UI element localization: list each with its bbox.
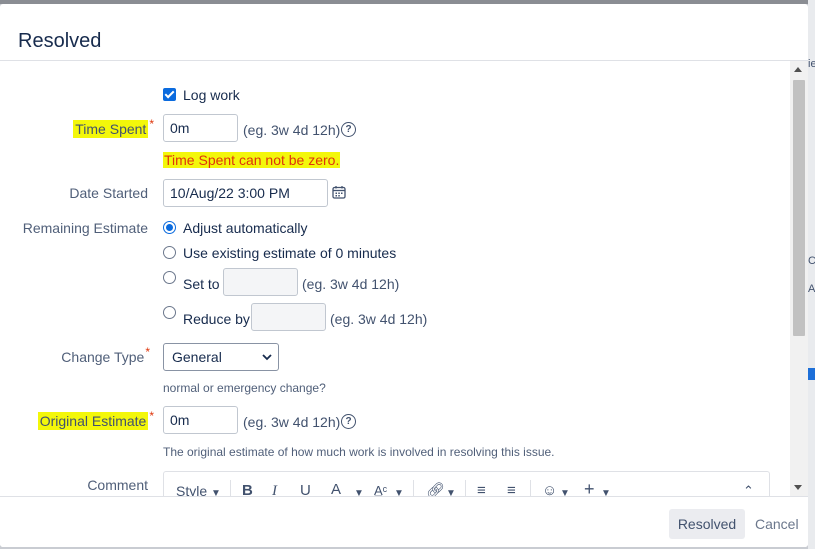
time-spent-hint: (eg. 3w 4d 12h) — [243, 122, 341, 138]
toolbar-divider — [530, 480, 531, 496]
underline-icon[interactable]: U — [300, 482, 311, 496]
chevron-down-icon[interactable]: ▼ — [446, 485, 456, 496]
bullet-list-icon[interactable]: ≡ — [477, 482, 486, 496]
change-type-label-text: Change Type — [61, 349, 145, 365]
time-spent-input[interactable]: 0m — [163, 114, 238, 142]
log-work-checkbox[interactable] — [163, 88, 176, 101]
resolve-dialog: Resolved Log work Time Spent * 0m (eg. 3w… — [0, 4, 808, 547]
backdrop-page: ie C A — [808, 0, 815, 549]
chevron-down-icon[interactable]: ▼ — [354, 485, 364, 496]
dialog-title: Resolved — [18, 30, 102, 52]
original-estimate-label-text: Original Estimate — [37, 412, 149, 430]
scroll-down-arrow-icon[interactable] — [794, 485, 802, 490]
radio-use-existing-estimate[interactable] — [163, 246, 176, 259]
backdrop-text-fragment: C — [808, 255, 815, 267]
numbered-list-icon[interactable]: ≡ — [507, 482, 516, 496]
backdrop-text-fragment: ie — [808, 58, 815, 70]
time-spent-error: Time Spent can not be zero. — [163, 152, 341, 168]
link-icon[interactable]: 🔗︎ — [426, 482, 445, 496]
log-work-label: Log work — [183, 87, 240, 103]
radio-adjust-automatically[interactable] — [163, 221, 176, 234]
chevron-down-icon: ▼ — [211, 488, 221, 496]
resolved-button[interactable]: Resolved — [669, 509, 745, 539]
set-to-input[interactable] — [223, 268, 298, 296]
chevron-down-icon[interactable]: ▼ — [560, 485, 570, 496]
toolbar-divider — [230, 480, 231, 496]
radio-set-to[interactable] — [163, 271, 176, 284]
dialog-body: Log work Time Spent * 0m (eg. 3w 4d 12h) … — [0, 61, 808, 496]
style-dropdown[interactable]: Style ▼ — [176, 482, 221, 496]
remaining-estimate-label: Remaining Estimate — [22, 220, 148, 236]
change-type-select[interactable]: General — [163, 343, 279, 371]
original-estimate-hint: (eg. 3w 4d 12h) — [243, 414, 341, 430]
required-asterisk: * — [149, 409, 154, 423]
toolbar-divider — [465, 480, 466, 496]
radio-label-adjust-automatically: Adjust automatically — [183, 220, 308, 236]
backdrop-blue-bar — [808, 368, 815, 380]
text-color-icon[interactable]: A — [331, 482, 341, 497]
style-dropdown-label: Style — [176, 483, 208, 496]
original-estimate-description: The original estimate of how much work i… — [163, 445, 555, 459]
change-type-description: normal or emergency change? — [163, 381, 326, 395]
cancel-button[interactable]: Cancel — [755, 509, 799, 539]
set-to-hint: (eg. 3w 4d 12h) — [302, 276, 400, 292]
date-started-label: Date Started — [69, 185, 148, 201]
plus-icon[interactable]: + — [584, 480, 595, 496]
radio-label-reduce-by: Reduce by — [183, 311, 250, 327]
scroll-up-arrow-icon[interactable] — [794, 67, 802, 72]
change-type-label: Change Type* — [61, 345, 150, 365]
time-spent-label-text: Time Spent — [73, 120, 149, 138]
bold-icon[interactable]: B — [242, 482, 253, 496]
collapse-toolbar-icon[interactable]: ⌃ — [743, 482, 754, 496]
radio-label-set-to: Set to — [183, 276, 220, 292]
chevron-down-icon[interactable]: ▼ — [394, 485, 404, 496]
reduce-by-input[interactable] — [251, 303, 326, 331]
help-icon[interactable]: ? — [341, 122, 356, 137]
emoji-icon[interactable]: ☺ — [542, 482, 557, 496]
radio-label-use-existing-estimate: Use existing estimate of 0 minutes — [183, 245, 397, 261]
time-spent-label: Time Spent * — [73, 117, 154, 138]
date-started-input[interactable]: 10/Aug/22 3:00 PM — [163, 179, 328, 207]
chevron-down-icon[interactable]: ▼ — [601, 485, 611, 496]
dialog-footer: Resolved Cancel — [0, 496, 808, 547]
toolbar-divider — [413, 480, 414, 496]
radio-reduce-by[interactable] — [163, 306, 176, 319]
comment-label: Comment — [87, 477, 148, 493]
chevron-down-icon — [262, 354, 272, 361]
dialog-header: Resolved — [0, 4, 808, 61]
italic-icon[interactable]: I — [272, 482, 277, 496]
backdrop-text-fragment: A — [808, 283, 815, 295]
comment-editor-toolbar: Style ▼ B I U A ▼ A̲ᶜ ▼ 🔗︎ ▼ ≡ ≡ ☺ ▼ + ▼… — [163, 471, 770, 496]
required-asterisk: * — [145, 345, 150, 359]
reduce-by-hint: (eg. 3w 4d 12h) — [330, 311, 428, 327]
original-estimate-input[interactable]: 0m — [163, 406, 238, 434]
help-icon[interactable]: ? — [341, 414, 356, 429]
calendar-icon[interactable] — [332, 185, 346, 199]
original-estimate-label: Original Estimate * — [37, 409, 154, 430]
change-type-selected-value: General — [172, 349, 222, 365]
more-formatting-icon[interactable]: A̲ᶜ — [374, 482, 387, 496]
scrollbar-thumb[interactable] — [793, 80, 805, 336]
required-asterisk: * — [149, 117, 154, 131]
